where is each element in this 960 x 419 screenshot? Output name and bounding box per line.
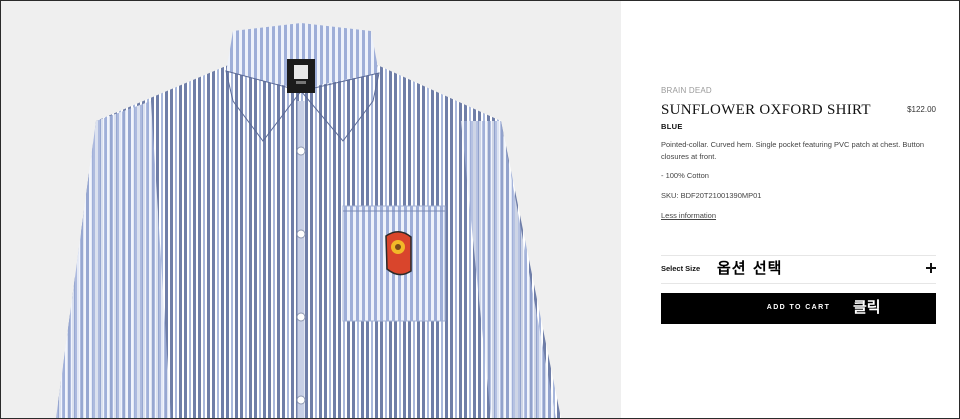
- product-composition: - 100% Cotton: [661, 171, 709, 180]
- product-description: Pointed-collar. Curved hem. Single pocke…: [661, 140, 925, 161]
- less-information-link[interactable]: Less information: [661, 211, 716, 220]
- plus-icon[interactable]: [926, 263, 936, 273]
- product-title: SUNFLOWER OXFORD SHIRT: [661, 102, 871, 118]
- click-annotation: 클릭: [853, 298, 881, 316]
- brand-name[interactable]: BRAIN DEAD: [661, 86, 712, 95]
- product-color: BLUE: [661, 122, 683, 131]
- product-sku: SKU: BDF20T21001390MP01: [661, 191, 762, 200]
- product-price: $122.00: [907, 105, 936, 114]
- option-select-annotation: 옵션 선택: [717, 259, 783, 277]
- select-size-dropdown[interactable]: Select Size 옵션 선택: [661, 255, 936, 284]
- add-to-cart-label: ADD TO CART: [766, 304, 831, 311]
- add-to-cart-button[interactable]: ADD TO CART 클릭: [661, 293, 936, 324]
- product-image: [56, 23, 561, 418]
- product-image-panel: [1, 1, 621, 418]
- select-size-label: Select Size: [661, 264, 701, 273]
- page-frame: BRAIN DEAD SUNFLOWER OXFORD SHIRT $122.0…: [0, 0, 960, 419]
- product-info-panel: BRAIN DEAD SUNFLOWER OXFORD SHIRT $122.0…: [621, 1, 959, 418]
